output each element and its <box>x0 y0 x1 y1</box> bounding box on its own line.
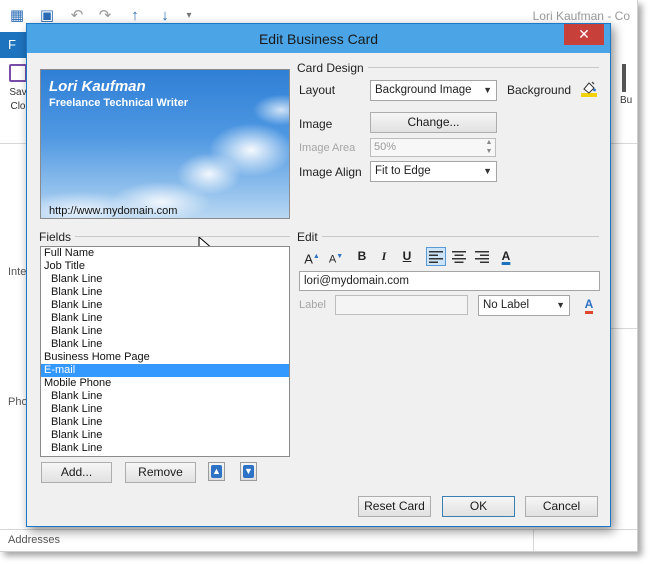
arrow-down-icon: ▼ <box>243 465 254 478</box>
paint-bucket-icon <box>581 81 597 97</box>
addresses-divider <box>0 529 637 530</box>
right-panel-divider <box>611 328 637 329</box>
image-area-label: Image Area <box>299 142 356 154</box>
list-item[interactable]: Full Name <box>41 247 289 260</box>
chevron-down-icon: ▼ <box>556 300 565 310</box>
remove-field-button[interactable]: Remove <box>125 462 196 483</box>
change-image-button[interactable]: Change... <box>370 112 497 133</box>
save-close-label-1: Sav <box>9 87 27 98</box>
field-value-input[interactable]: lori@mydomain.com <box>299 271 600 291</box>
decrease-font-size-button[interactable]: A▼ <box>326 247 346 266</box>
label-position-value: No Label <box>483 299 530 311</box>
background-label: Background <box>507 83 572 97</box>
move-field-up-button[interactable]: ▲ <box>208 462 225 481</box>
list-item[interactable]: Mobile Phone <box>41 377 289 390</box>
image-area-input[interactable]: 50% <box>370 138 496 157</box>
list-item[interactable]: Blank Line <box>41 442 289 455</box>
list-item[interactable]: Blank Line <box>41 429 289 442</box>
fields-separator <box>40 236 290 237</box>
cancel-button[interactable]: Cancel <box>525 496 598 517</box>
list-item[interactable]: Blank Line <box>41 273 289 286</box>
image-label: Image <box>299 117 333 131</box>
label-color-button[interactable]: A <box>579 295 599 314</box>
internet-section-label: Inte <box>8 266 27 278</box>
label-color-icon: A <box>584 297 594 314</box>
business-card-preview[interactable]: Lori Kaufman Freelance Technical Writer … <box>40 69 290 219</box>
underline-button[interactable]: U <box>397 247 417 266</box>
layout-dropdown[interactable]: Background Image ▼ <box>370 80 497 101</box>
image-align-label: Image Align <box>299 165 362 179</box>
align-right-button[interactable] <box>472 247 492 266</box>
list-item[interactable]: Blank Line <box>41 286 289 299</box>
close-icon: ✕ <box>578 26 590 42</box>
list-item-selected[interactable]: E-mail <box>41 364 289 377</box>
phone-section-label: Pho <box>8 396 28 408</box>
reset-card-button[interactable]: Reset Card <box>358 496 431 517</box>
save-and-close-icon <box>9 64 27 82</box>
spin-down-icon: ▼ <box>485 148 493 155</box>
list-item[interactable]: Blank Line <box>41 338 289 351</box>
align-left-icon <box>429 251 443 263</box>
list-item[interactable]: Blank Line <box>41 390 289 403</box>
image-area-spinner[interactable]: ▲ ▼ <box>482 138 496 157</box>
font-color-button[interactable]: A <box>496 247 516 266</box>
list-item[interactable]: Job Title <box>41 260 289 273</box>
contact-card-icon[interactable]: ▦ <box>8 7 26 25</box>
dialog-title-bar[interactable]: Edit Business Card ✕ <box>27 24 610 53</box>
move-field-down-button[interactable]: ▼ <box>240 462 257 481</box>
increase-font-size-button[interactable]: A▲ <box>302 247 322 266</box>
business-card-icon <box>622 64 626 92</box>
align-center-button[interactable] <box>449 247 469 266</box>
list-item[interactable]: Blank Line <box>41 299 289 312</box>
business-card-button[interactable]: Bu <box>620 64 632 108</box>
label-input[interactable] <box>335 295 468 315</box>
fields-list[interactable]: Full Name Job Title Blank Line Blank Lin… <box>40 246 290 457</box>
business-card-label: Bu <box>620 95 633 106</box>
chevron-down-icon: ▼ <box>483 166 492 176</box>
card-design-section-label: Card Design <box>297 61 368 75</box>
align-left-button[interactable] <box>426 247 446 266</box>
bold-button[interactable]: B <box>352 247 372 266</box>
layout-label: Layout <box>299 83 336 97</box>
increase-font-size-icon: A <box>304 251 313 267</box>
window-title: Lori Kaufman - Co <box>532 9 630 23</box>
edit-separator <box>299 236 599 237</box>
label-position-dropdown[interactable]: No Label ▼ <box>478 295 570 316</box>
fields-section-label: Fields <box>39 230 76 244</box>
addresses-section-label: Addresses <box>8 534 60 546</box>
card-url: http://www.mydomain.com <box>49 205 178 217</box>
column-divider <box>533 529 534 551</box>
layout-value: Background Image <box>375 84 472 96</box>
list-item[interactable]: Blank Line <box>41 416 289 429</box>
label-label: Label <box>299 299 326 311</box>
align-center-icon <box>452 251 466 263</box>
edit-section-label: Edit <box>297 230 322 244</box>
dialog-body: Lori Kaufman Freelance Technical Writer … <box>27 53 610 526</box>
ok-button[interactable]: OK <box>442 496 515 517</box>
close-button[interactable]: ✕ <box>564 24 604 45</box>
italic-button[interactable]: I <box>374 247 394 266</box>
card-job-title: Freelance Technical Writer <box>49 97 188 109</box>
background-color-button[interactable] <box>580 80 598 98</box>
save-close-label-2: Clo <box>10 101 26 112</box>
list-item[interactable]: Blank Line <box>41 325 289 338</box>
chevron-down-icon: ▼ <box>483 85 492 95</box>
image-align-value: Fit to Edge <box>375 165 431 177</box>
list-item[interactable]: Blank Line <box>41 403 289 416</box>
add-field-button[interactable]: Add... <box>41 462 112 483</box>
list-item[interactable]: Business Home Page <box>41 351 289 364</box>
edit-business-card-dialog: Edit Business Card ✕ Lori Kaufman Freela… <box>26 23 611 527</box>
card-name: Lori Kaufman <box>49 78 146 95</box>
arrow-up-icon: ▲ <box>211 465 222 478</box>
file-tab[interactable]: F <box>0 32 26 58</box>
align-right-icon <box>475 251 489 263</box>
list-item[interactable]: Blank Line <box>41 312 289 325</box>
spin-up-icon: ▲ <box>485 139 493 146</box>
dialog-title: Edit Business Card <box>258 31 379 47</box>
image-align-dropdown[interactable]: Fit to Edge ▼ <box>370 161 497 182</box>
